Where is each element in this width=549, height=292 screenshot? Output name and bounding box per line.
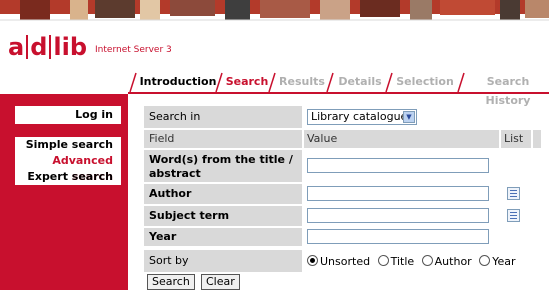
sort-row: Sort by Unsorted Title Author Year: [144, 250, 541, 272]
tab-details[interactable]: Details: [336, 72, 384, 91]
tab-divider: [385, 72, 393, 92]
field-row-subject: Subject term: [144, 206, 541, 226]
sidebar-item-simple-search[interactable]: Simple search: [15, 137, 121, 153]
author-input[interactable]: [307, 186, 489, 201]
sidebar: Log in Simple search Advanced search Exp…: [0, 94, 128, 290]
sort-option-label: Author: [434, 255, 472, 268]
logo-letter: a: [8, 33, 25, 61]
clear-button[interactable]: Clear: [201, 274, 240, 290]
list-lookup-icon[interactable]: [507, 209, 520, 222]
title-input[interactable]: [307, 158, 489, 173]
list-cell: [501, 206, 531, 226]
subject-input[interactable]: [307, 208, 489, 223]
logo-letter: d: [26, 35, 49, 59]
header-value: Value: [304, 130, 499, 148]
tab-introduction[interactable]: Introduction: [138, 72, 218, 91]
tab-bar: Introduction Search Results Details Sele…: [128, 72, 549, 107]
field-table-header: Field Value List: [144, 130, 541, 148]
logo-letter: lib: [49, 35, 89, 59]
adlib-logo: a d lib Internet Server 3: [6, 31, 172, 59]
field-label-author: Author: [144, 184, 302, 204]
tab-divider: [268, 72, 276, 92]
search-button[interactable]: Search: [147, 274, 195, 290]
sort-radio-title[interactable]: [377, 255, 389, 266]
login-button[interactable]: Log in: [15, 106, 121, 124]
sort-label: Sort by: [144, 250, 302, 272]
search-in-row: Search in Library catalogue ▼: [144, 106, 541, 128]
field-row-year: Year: [144, 228, 541, 246]
list-cell: [501, 184, 531, 204]
tab-divider: [457, 72, 465, 92]
search-in-label: Search in: [144, 106, 302, 128]
field-value-cell: [304, 184, 499, 204]
field-value-cell: [304, 228, 499, 246]
field-label-subject: Subject term: [144, 206, 302, 226]
sort-radio-year[interactable]: [479, 255, 491, 266]
tab-divider: [326, 72, 334, 92]
field-label-year: Year: [144, 228, 302, 246]
tab-divider: [129, 72, 137, 92]
sort-option-label: Unsorted: [320, 255, 371, 268]
sort-options-cell: Unsorted Title Author Year: [304, 250, 541, 272]
field-row-author: Author: [144, 184, 541, 204]
header-field: Field: [144, 130, 302, 148]
database-select[interactable]: Library catalogue ▼: [307, 109, 417, 125]
tab-selection[interactable]: Selection: [394, 72, 456, 91]
field-label-title: Word(s) from the title / abstract: [144, 150, 302, 182]
sort-option-label: Title: [390, 255, 415, 268]
tab-search[interactable]: Search: [224, 72, 270, 91]
year-input[interactable]: [307, 229, 489, 244]
sort-radio-author[interactable]: [421, 255, 433, 266]
sort-radio-unsorted[interactable]: [307, 255, 318, 266]
sort-option-label: Year: [492, 255, 516, 268]
sort-radio-group: Unsorted Title Author Year: [307, 255, 516, 268]
header-spacer: [533, 130, 541, 148]
database-select-value: Library catalogue: [311, 110, 408, 123]
list-lookup-icon[interactable]: [507, 187, 520, 200]
tab-divider: [215, 72, 223, 92]
tab-search-history[interactable]: Search History: [467, 72, 549, 107]
header-banner-image: [0, 0, 549, 28]
search-mode-menu: Simple search Advanced search Expert sea…: [15, 137, 121, 185]
field-row-title: Word(s) from the title / abstract: [144, 150, 541, 182]
search-in-cell: Library catalogue ▼: [304, 106, 541, 128]
field-value-cell: [304, 206, 499, 226]
form-actions: Search Clear: [144, 274, 541, 292]
chevron-down-icon[interactable]: ▼: [403, 111, 415, 123]
tab-results[interactable]: Results: [278, 72, 326, 91]
field-value-cell: [304, 150, 499, 182]
sidebar-item-expert-search[interactable]: Expert search: [15, 169, 121, 185]
header-list: List: [501, 130, 531, 148]
logo-subtitle: Internet Server 3: [95, 45, 172, 55]
sidebar-item-advanced-search[interactable]: Advanced search: [15, 153, 121, 183]
